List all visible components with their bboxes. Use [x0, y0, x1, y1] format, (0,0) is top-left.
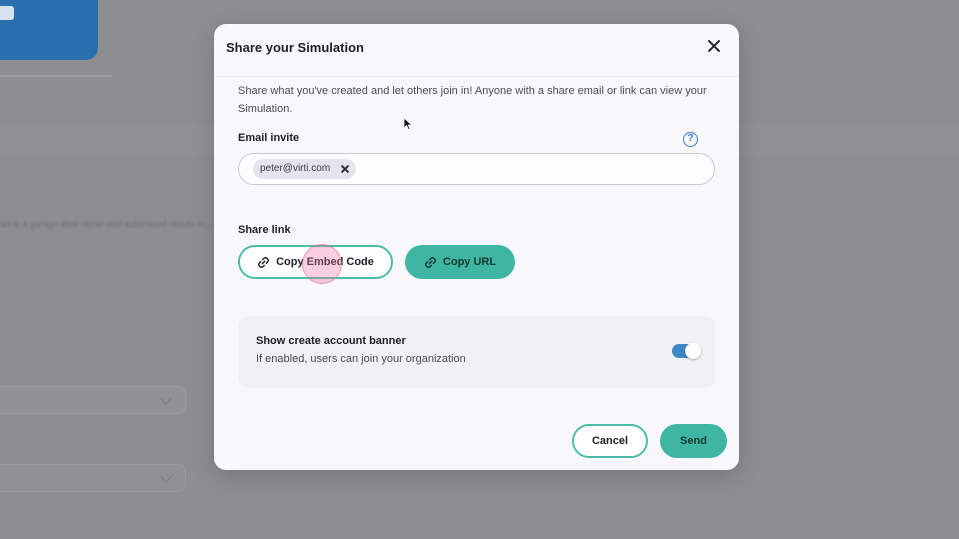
banner-setting-subtitle: If enabled, users can join your organiza… — [256, 353, 466, 365]
account-banner-setting: Show create account banner If enabled, u… — [238, 316, 715, 388]
close-icon[interactable] — [704, 36, 724, 56]
email-chip: peter@virti.com — [253, 159, 357, 179]
help-icon[interactable]: ? — [683, 132, 698, 147]
cancel-button[interactable]: Cancel — [572, 424, 648, 458]
link-icon — [258, 256, 270, 268]
email-invite-label: Email invite — [238, 132, 300, 144]
background-logo — [0, 0, 98, 60]
link-icon — [424, 256, 436, 268]
modal-divider — [214, 76, 739, 77]
modal-title: Share your Simulation — [226, 40, 364, 55]
background-select-field — [0, 464, 186, 492]
modal-description: Share what you've created and let others… — [238, 85, 707, 115]
background-text: ad to a garage door repair and automated… — [0, 219, 213, 229]
copy-embed-code-label: Copy Embed Code — [276, 256, 374, 268]
background-select-field — [0, 386, 186, 414]
share-link-label: Share link — [238, 224, 291, 236]
create-account-banner-toggle[interactable] — [672, 343, 701, 359]
remove-chip-icon[interactable] — [341, 165, 349, 173]
copy-url-label: Copy URL — [442, 256, 497, 268]
toggle-knob — [685, 343, 701, 359]
share-modal: Share your Simulation Share what you've … — [214, 24, 739, 470]
banner-setting-title: Show create account banner — [256, 335, 406, 347]
email-chip-label: peter@virti.com — [260, 163, 331, 174]
email-invite-input[interactable]: peter@virti.com — [238, 153, 715, 185]
copy-url-button[interactable]: Copy URL — [405, 245, 515, 279]
copy-embed-code-button[interactable]: Copy Embed Code — [238, 245, 393, 279]
background-divider — [0, 75, 112, 77]
send-button[interactable]: Send — [660, 424, 727, 458]
mouse-cursor-icon — [403, 117, 413, 131]
